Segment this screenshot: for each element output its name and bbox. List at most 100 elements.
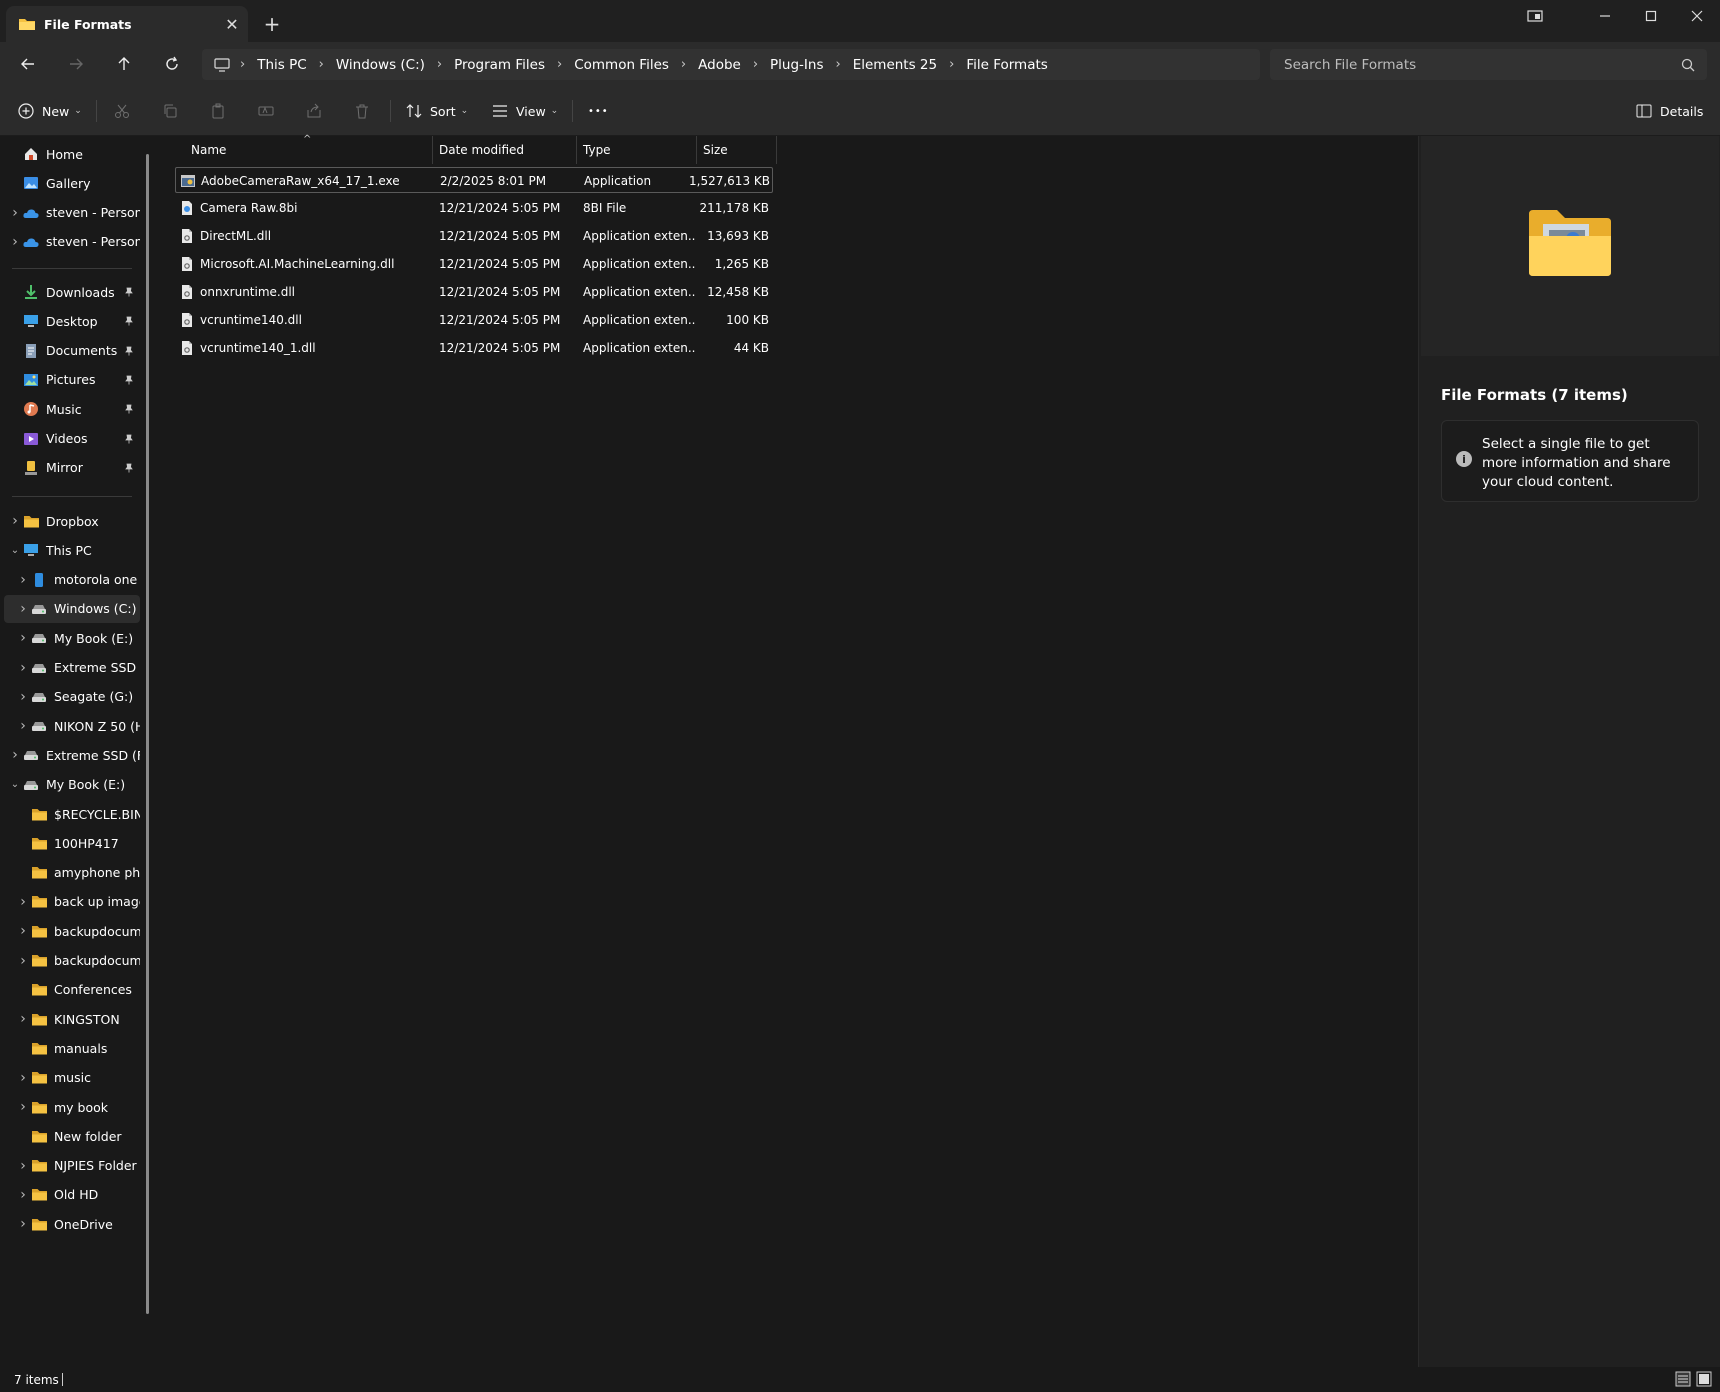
sidebar-item[interactable]: ⌄ My Book (E:) [4,771,140,799]
sidebar-item[interactable]: amyphone photos [4,859,140,887]
close-window-button[interactable] [1674,0,1720,32]
chevron-right-icon[interactable]: › [16,1158,30,1174]
new-tab-button[interactable]: + [258,10,286,38]
column-header-size[interactable]: Size [697,136,777,164]
maximize-button[interactable] [1628,0,1674,32]
view-button[interactable]: View ⌄ [492,96,558,126]
search-input[interactable] [1284,56,1681,73]
search-box[interactable] [1270,49,1707,80]
sidebar-item[interactable]: Videos [4,425,140,453]
file-row[interactable]: onnxruntime.dll 12/21/2024 5:05 PM Applica… [175,279,773,305]
sidebar-item[interactable]: New folder [4,1122,140,1150]
chevron-right-icon[interactable]: › [16,689,30,705]
breadcrumb-file-formats[interactable]: File Formats [956,57,1058,73]
sidebar-item[interactable]: › my book [4,1093,140,1121]
sidebar-item[interactable]: manuals [4,1034,140,1062]
chevron-right-icon[interactable]: › [555,57,564,72]
sidebar-item[interactable]: › Extreme SSD (F:) [4,741,140,769]
sidebar-item[interactable]: Gallery [4,169,140,197]
sidebar-item[interactable]: $RECYCLE.BIN [4,800,140,828]
paste-button[interactable] [210,96,226,126]
forward-button[interactable] [60,49,92,79]
sidebar-item[interactable]: › backupdocuments [4,917,140,945]
chevron-right-icon[interactable]: › [16,953,30,969]
refresh-button[interactable] [156,49,188,79]
sidebar-item[interactable]: Documents [4,337,140,365]
copy-button[interactable] [162,96,178,126]
chevron-right-icon[interactable]: › [8,747,22,763]
details-view-button[interactable] [1674,1370,1692,1388]
back-button[interactable] [12,49,44,79]
details-pane-button[interactable]: Details [1636,96,1703,126]
chevron-right-icon[interactable]: › [16,630,30,646]
sidebar-item[interactable]: › NJPIES Folder [4,1152,140,1180]
chevron-right-icon[interactable]: › [8,513,22,529]
minimize-button[interactable] [1582,0,1628,32]
sidebar-item[interactable]: Desktop [4,307,140,335]
sidebar-item[interactable]: › steven - Personal [4,228,140,256]
sidebar-scrollbar[interactable] [146,154,149,1314]
chevron-right-icon[interactable]: › [16,1216,30,1232]
sidebar-item[interactable]: › KINGSTON [4,1005,140,1033]
sidebar-item[interactable]: › backupdocuments [4,947,140,975]
address-bar[interactable]: › This PC › Windows (C:) › Program Files… [202,49,1260,80]
search-icon[interactable] [1681,58,1695,72]
cut-button[interactable] [114,96,130,126]
sidebar-item[interactable]: Downloads [4,278,140,306]
chevron-right-icon[interactable]: › [16,1099,30,1115]
sidebar-item[interactable]: › OneDrive [4,1210,140,1238]
snap-layout-button[interactable] [1512,0,1558,32]
chevron-down-icon[interactable]: ⌄ [8,545,22,556]
file-row[interactable]: AdobeCameraRaw_x64_17_1.exe 2/2/2025 8:01… [175,167,773,193]
chevron-right-icon[interactable]: › [8,234,22,250]
chevron-right-icon[interactable]: › [16,1070,30,1086]
chevron-right-icon[interactable]: › [317,57,326,72]
breadcrumb-this-pc[interactable]: This PC [247,57,316,73]
new-button[interactable]: New ⌄ [18,96,82,126]
breadcrumb-adobe[interactable]: Adobe [688,57,751,73]
column-header-name[interactable]: Name ^ [185,134,433,164]
sidebar-item[interactable]: › My Book (E:) [4,624,140,652]
sidebar-item[interactable]: › Extreme SSD (F:) [4,654,140,682]
column-header-date[interactable]: Date modified [433,136,577,164]
chevron-right-icon[interactable]: › [435,57,444,72]
sidebar-item[interactable]: › Seagate (G:) [4,683,140,711]
rename-button[interactable] [258,96,274,126]
chevron-right-icon[interactable]: › [238,57,247,72]
sidebar-item[interactable]: ⌄ This PC [4,536,140,564]
breadcrumb-program-files[interactable]: Program Files [444,57,555,73]
chevron-down-icon[interactable]: ⌄ [8,779,22,790]
sidebar-item[interactable]: 100HP417 [4,829,140,857]
sidebar-item[interactable]: Mirror [4,454,140,482]
chevron-right-icon[interactable]: › [834,57,843,72]
sidebar-item[interactable]: Conferences [4,976,140,1004]
chevron-right-icon[interactable]: › [679,57,688,72]
sidebar-item[interactable]: › NIKON Z 50 (H:) [4,712,140,740]
chevron-right-icon[interactable]: › [16,1187,30,1203]
tab-file-formats[interactable]: File Formats ✕ [6,6,248,42]
chevron-right-icon[interactable]: › [16,601,30,617]
breadcrumb-windows-c[interactable]: Windows (C:) [326,57,435,73]
sidebar-item[interactable]: › music [4,1064,140,1092]
sidebar-item[interactable]: Home [4,140,140,168]
sidebar-item[interactable]: Pictures [4,366,140,394]
sidebar-item[interactable]: › Dropbox [4,507,140,535]
sidebar-item[interactable]: › Old HD [4,1181,140,1209]
sort-button[interactable]: Sort ⌄ [406,96,468,126]
chevron-right-icon[interactable]: › [16,1011,30,1027]
sidebar-item[interactable]: › motorola one 5G [4,566,140,594]
share-button[interactable] [306,96,322,126]
chevron-right-icon[interactable]: › [16,923,30,939]
tab-close-button[interactable]: ✕ [216,10,248,38]
chevron-right-icon[interactable]: › [16,660,30,676]
sidebar-item[interactable]: › back up images [4,888,140,916]
chevron-right-icon[interactable]: › [751,57,760,72]
delete-button[interactable] [354,96,370,126]
breadcrumb-plug-ins[interactable]: Plug-Ins [760,57,833,73]
chevron-right-icon[interactable]: › [947,57,956,72]
file-row[interactable]: Microsoft.AI.MachineLearning.dll 12/21/20… [175,251,773,277]
file-row[interactable]: vcruntime140.dll 12/21/2024 5:05 PM Applic… [175,307,773,333]
breadcrumb-common-files[interactable]: Common Files [564,57,679,73]
large-icons-view-button[interactable] [1695,1370,1713,1388]
more-options-button[interactable]: ••• [588,96,609,126]
